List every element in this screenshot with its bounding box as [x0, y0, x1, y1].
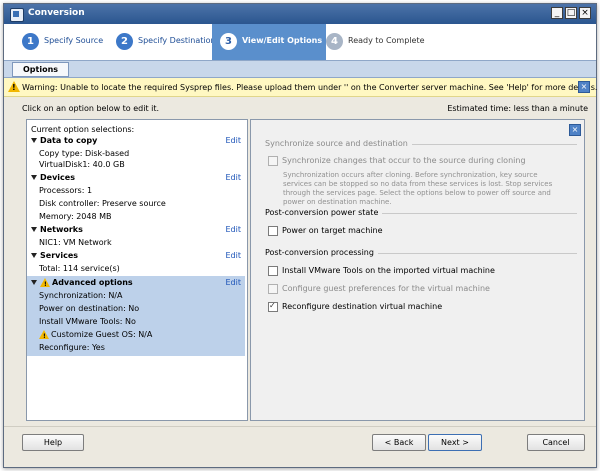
close-panel-icon[interactable]: ×: [569, 124, 581, 136]
reconfigure-label: Reconfigure destination virtual machine: [282, 302, 443, 311]
expand-triangle-icon: [31, 137, 37, 143]
power-on-label: Power on target machine: [282, 226, 383, 235]
group-data-to-copy[interactable]: Data to copy Edit: [27, 135, 245, 146]
conversion-window: Conversion _ □ × 1 Specify Source 2 Spec…: [3, 3, 597, 468]
option-detail: Customize Guest OS: N/A: [27, 329, 245, 342]
warning-banner: Warning: Unable to locate the required S…: [4, 78, 598, 97]
expand-triangle-icon: [31, 174, 37, 180]
option-detail: Processors: 1: [39, 186, 93, 195]
option-detail: Total: 114 service(s): [39, 264, 120, 273]
title-bar: Conversion _ □ ×: [4, 4, 596, 24]
advanced-options-panel: × Synchronize source and destination Syn…: [250, 119, 585, 421]
install-tools-checkbox[interactable]: [268, 266, 278, 276]
wizard-steps: 1 Specify Source 2 Specify Destination 3…: [4, 24, 596, 60]
guest-prefs-checkbox[interactable]: [268, 284, 278, 294]
step-label: Specify Source: [44, 36, 104, 45]
tab-bar: Options: [4, 60, 596, 78]
step-view-edit-options[interactable]: 3 View/Edit Options: [212, 24, 326, 60]
sync-checkbox[interactable]: [268, 156, 278, 166]
expand-triangle-icon: [31, 252, 37, 258]
step-number: 4: [326, 33, 343, 50]
warning-icon: [39, 330, 49, 342]
selections-heading: Current option selections:: [31, 125, 135, 134]
option-selections-pane: Current option selections: Data to copy …: [26, 119, 248, 421]
next-button[interactable]: Next >: [428, 434, 482, 451]
option-detail: Power on destination: No: [39, 304, 140, 313]
minimize-button[interactable]: _: [551, 7, 563, 19]
install-tools-label: Install VMware Tools on the imported vir…: [282, 266, 495, 275]
step-specify-destination[interactable]: 2 Specify Destination: [108, 24, 216, 60]
close-button[interactable]: ×: [579, 7, 591, 19]
edit-devices-link[interactable]: Edit: [226, 172, 242, 183]
sync-description: Synchronization occurs after cloning. Be…: [283, 171, 553, 206]
step-label: Ready to Complete: [348, 36, 425, 45]
step-number: 3: [220, 33, 237, 50]
group-advanced-options[interactable]: Advanced options Edit: [27, 277, 245, 290]
option-detail: Synchronization: N/A: [39, 291, 123, 300]
step-label: View/Edit Options: [242, 36, 323, 45]
check-mark-icon: ✓: [269, 301, 276, 310]
reconfigure-checkbox[interactable]: ✓: [268, 301, 278, 312]
step-label: Specify Destination: [138, 36, 216, 45]
step-ready-to-complete[interactable]: 4 Ready to Complete: [318, 24, 428, 60]
footer-divider: [4, 426, 596, 427]
step-specify-source[interactable]: 1 Specify Source: [14, 24, 114, 60]
option-detail: Copy type: Disk-based: [39, 149, 130, 158]
warning-icon: [40, 278, 50, 290]
option-detail: Memory: 2048 MB: [39, 212, 112, 221]
maximize-button[interactable]: □: [565, 7, 577, 19]
edit-data-to-copy-link[interactable]: Edit: [226, 135, 242, 146]
processing-section-header: Post-conversion processing: [265, 248, 577, 258]
estimated-time: Estimated time: less than a minute: [447, 104, 588, 113]
expand-triangle-icon: [31, 279, 37, 285]
option-detail: NIC1: VM Network: [39, 238, 112, 247]
edit-hint: Click on an option below to edit it.: [22, 104, 160, 113]
tab-options[interactable]: Options: [12, 62, 70, 77]
cancel-button[interactable]: Cancel: [527, 434, 585, 451]
estimated-time-value: less than a minute: [513, 104, 588, 113]
power-on-checkbox[interactable]: [268, 226, 278, 236]
sync-option-label: Synchronize changes that occur to the so…: [282, 156, 526, 165]
option-detail: VirtualDisk1: 40.0 GB: [39, 160, 125, 169]
group-devices[interactable]: Devices Edit: [27, 172, 245, 183]
group-services[interactable]: Services Edit: [27, 250, 245, 261]
window-title: Conversion: [28, 8, 85, 18]
dismiss-warning-icon[interactable]: ×: [578, 81, 590, 93]
help-button[interactable]: Help: [22, 434, 84, 451]
option-detail: Disk controller: Preserve source: [39, 199, 166, 208]
back-button[interactable]: < Back: [372, 434, 426, 451]
guest-prefs-label: Configure guest preferences for the virt…: [282, 284, 490, 293]
power-section-header: Post-conversion power state: [265, 208, 577, 218]
step-number: 2: [116, 33, 133, 50]
warning-icon: [8, 81, 20, 92]
edit-advanced-options-link[interactable]: Edit: [226, 277, 242, 288]
sync-section-header: Synchronize source and destination: [265, 139, 577, 149]
edit-services-link[interactable]: Edit: [226, 250, 242, 261]
option-detail: Reconfigure: Yes: [39, 343, 105, 352]
warning-text: Warning: Unable to locate the required S…: [22, 83, 598, 92]
app-icon: [10, 8, 24, 22]
step-number: 1: [22, 33, 39, 50]
expand-triangle-icon: [31, 226, 37, 232]
group-networks[interactable]: Networks Edit: [27, 224, 245, 235]
estimated-time-label: Estimated time:: [447, 104, 512, 113]
edit-networks-link[interactable]: Edit: [226, 224, 242, 235]
option-detail: Install VMware Tools: No: [39, 317, 136, 326]
